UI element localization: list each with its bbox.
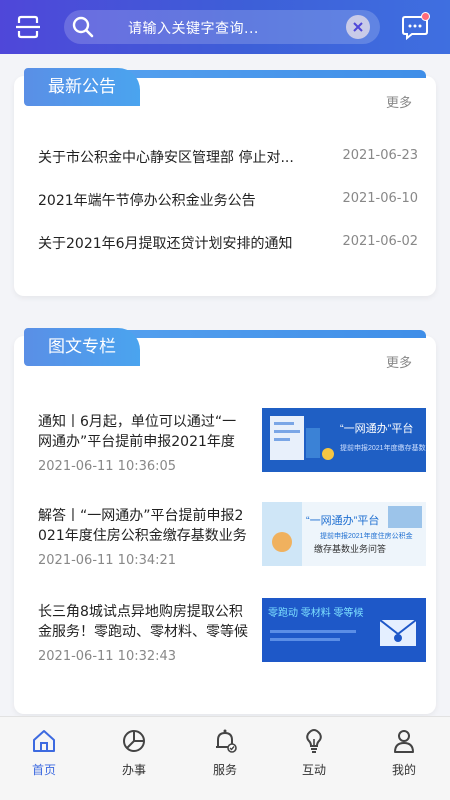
notice-title: 关于2021年6月提取还贷计划安排的通知 xyxy=(38,236,293,252)
article-item[interactable]: 长三角8城试点异地购房提取公积金服务！零跑动、零材料、零等候 2021-06-1… xyxy=(38,598,426,672)
user-icon xyxy=(394,730,414,753)
thumb-subtitle: 提前申报2021年度住房公积金 xyxy=(320,531,413,540)
bell-icon xyxy=(216,729,237,753)
nav-label: 首页 xyxy=(31,763,56,777)
nav-label: 服务 xyxy=(212,763,237,777)
articles-card: 图文专栏 更多 通知丨6月起，单位可以通过“一网通办”平台提前申报2021年度住… xyxy=(14,328,436,714)
nav-interact[interactable]: 互动 xyxy=(284,727,344,791)
nav-label: 办事 xyxy=(121,763,146,777)
article-title: 解答丨“一网通办”平台提前申报2021年度住房公积金缴存基数业务问答 xyxy=(38,508,247,544)
notices-heading: 最新公告 xyxy=(24,68,140,106)
nav-profile[interactable]: 我的 xyxy=(374,727,434,791)
article-item[interactable]: 通知丨6月起，单位可以通过“一网通办”平台提前申报2021年度住房公积金缴存基数… xyxy=(38,408,426,482)
search-input[interactable]: 请输入关键字查询... xyxy=(128,18,259,38)
top-bar: 请输入关键字查询... xyxy=(0,0,450,54)
notice-date: 2021-06-23 xyxy=(342,148,418,163)
unread-badge xyxy=(421,12,430,21)
notice-title: 2021年端午节停办公积金业务公告 xyxy=(38,193,256,209)
thumb-subtitle: 提前申报2021年度缴存基数 xyxy=(340,443,426,452)
scan-icon xyxy=(16,15,40,39)
thumb-headline: “一网通办”平台 xyxy=(306,513,379,527)
nav-service[interactable]: 服务 xyxy=(195,727,255,791)
notice-item[interactable]: 关于市公积金中心静安区管理部 停止对... 2021-06-23 xyxy=(38,147,418,171)
article-thumbnail: “一网通办”平台 提前申报2021年度住房公积金 缴存基数业务问答 xyxy=(262,502,426,566)
search-bar[interactable]: 请输入关键字查询... xyxy=(64,10,380,44)
bottom-navigation: 首页 办事 服务 互动 我的 xyxy=(0,716,450,800)
home-icon xyxy=(33,730,55,752)
article-time: 2021-06-11 10:34:21 xyxy=(38,553,177,568)
article-thumbnail: “一网通办”平台 提前申报2021年度缴存基数 xyxy=(262,408,426,472)
article-title: 长三角8城试点异地购房提取公积金服务！零跑动、零材料、零等候 xyxy=(38,604,248,640)
thumb-headline: 零跑动 零材料 零等候 xyxy=(268,606,364,619)
nav-home[interactable]: 首页 xyxy=(14,727,74,791)
articles-more-link[interactable]: 更多 xyxy=(386,352,412,371)
nav-services-do[interactable]: 办事 xyxy=(104,727,164,791)
article-time: 2021-06-11 10:36:05 xyxy=(38,459,177,474)
nav-label: 我的 xyxy=(391,763,416,777)
clear-search-button[interactable] xyxy=(346,15,370,39)
thumb-subtitle-2: 缴存基数业务问答 xyxy=(314,543,386,554)
pie-chart-icon xyxy=(123,730,145,752)
search-icon xyxy=(72,16,94,38)
article-title: 通知丨6月起，单位可以通过“一网通办”平台提前申报2021年度住房公积金缴存基数 xyxy=(38,414,237,450)
notice-title: 关于市公积金中心静安区管理部 停止对... xyxy=(38,150,294,166)
articles-heading: 图文专栏 xyxy=(24,328,140,366)
nav-label: 互动 xyxy=(301,763,326,777)
scan-button[interactable] xyxy=(10,9,46,45)
article-item[interactable]: 解答丨“一网通办”平台提前申报2021年度住房公积金缴存基数业务问答 2021-… xyxy=(38,502,426,576)
article-thumbnail: 零跑动 零材料 零等候 xyxy=(262,598,426,662)
lightbulb-icon xyxy=(306,728,322,753)
notices-more-link[interactable]: 更多 xyxy=(386,92,412,111)
article-time: 2021-06-11 10:32:43 xyxy=(38,649,177,664)
notice-item[interactable]: 2021年端午节停办公积金业务公告 2021-06-10 xyxy=(38,190,418,214)
notice-date: 2021-06-02 xyxy=(342,234,418,249)
thumb-headline: “一网通办”平台 xyxy=(340,421,413,435)
close-icon xyxy=(353,22,363,32)
notice-item[interactable]: 关于2021年6月提取还贷计划安排的通知 2021-06-02 xyxy=(38,233,418,257)
notices-card: 最新公告 更多 关于市公积金中心静安区管理部 停止对... 2021-06-23… xyxy=(14,68,436,296)
notice-date: 2021-06-10 xyxy=(342,191,418,206)
